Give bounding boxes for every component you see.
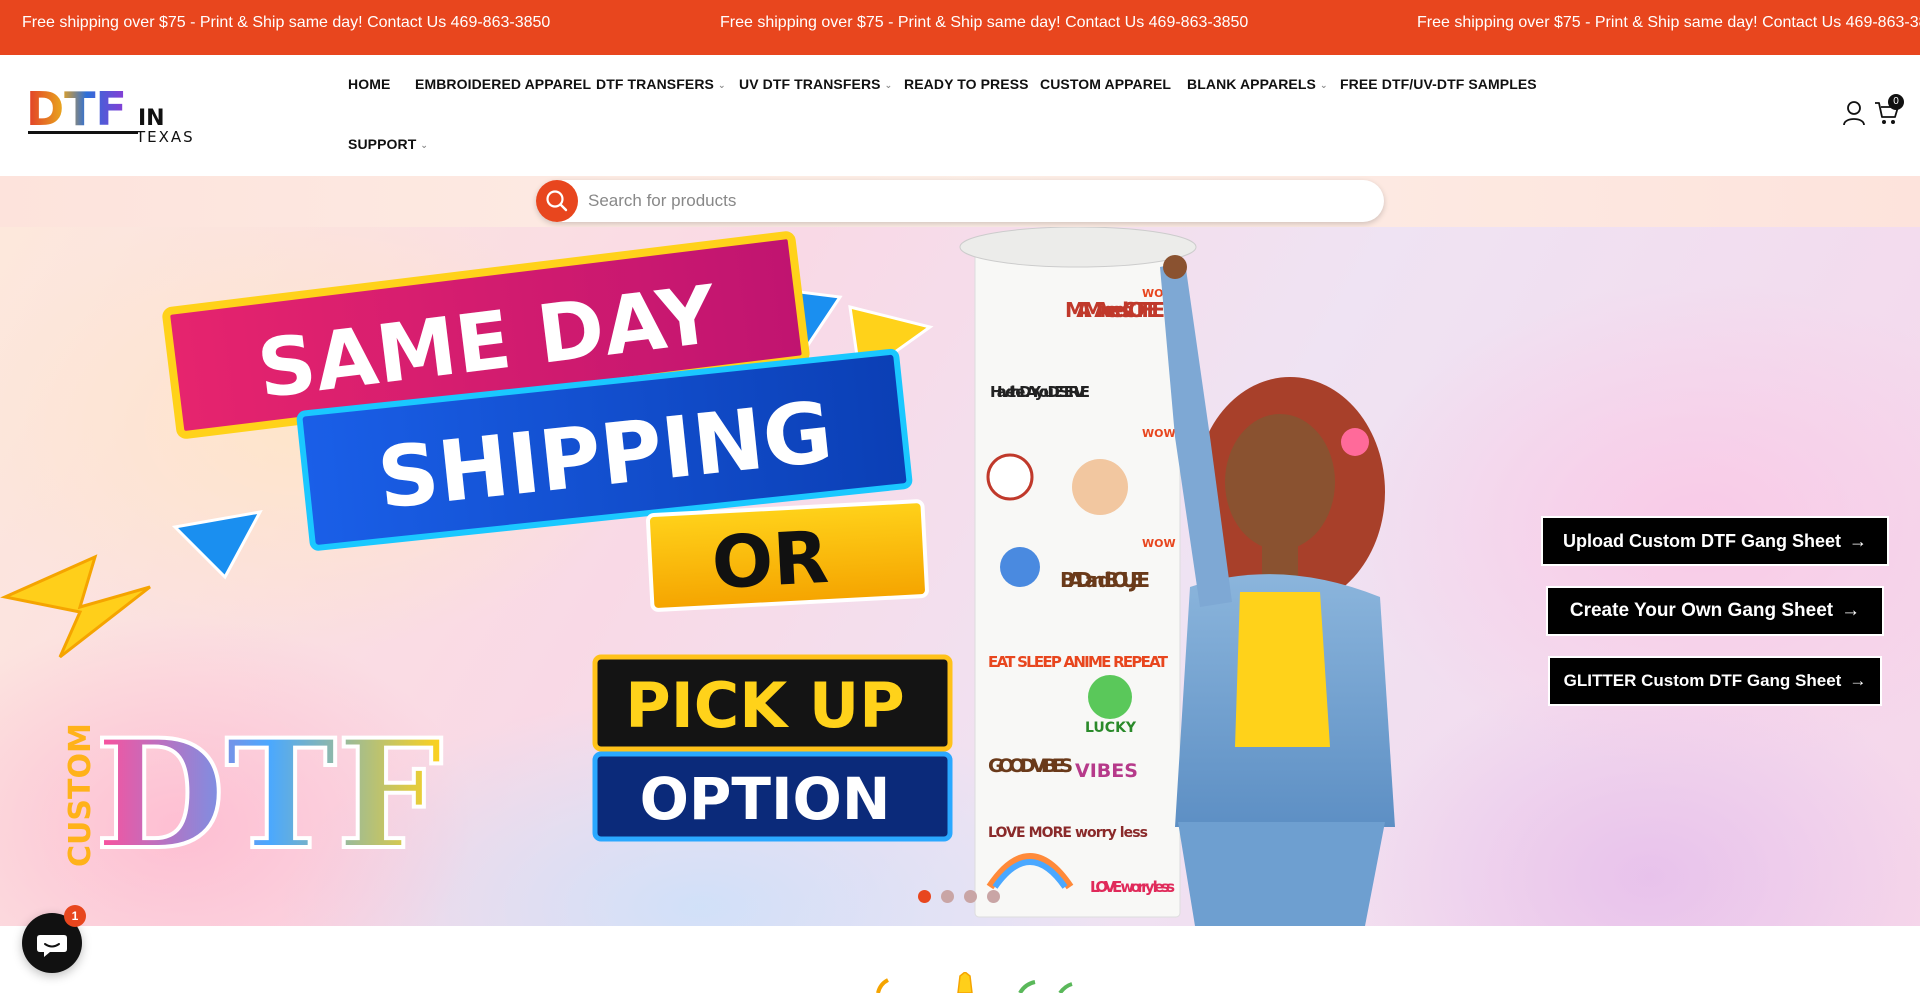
announcement-text: Free shipping over $75 - Print & Ship sa… (1417, 14, 1920, 31)
banner-or: OR (645, 499, 929, 612)
sticker-text: EAT SLEEP ANIME REPEAT (988, 653, 1169, 671)
nav-label: DTF TRANSFERS (596, 76, 714, 92)
nav-label: SUPPORT (348, 136, 417, 152)
nav-label: EMBROIDERED APPAREL (415, 76, 592, 92)
nav-blank-apparels[interactable]: BLANK APPARELS ⌄ (1187, 76, 1328, 92)
hero-banner[interactable]: SAME DAY SHIPPING OR PICK UP OPTION CUST… (0, 227, 1920, 926)
chevron-down-icon: ⌄ (420, 140, 429, 150)
lightning-decoration (0, 554, 151, 659)
sticker-text: MAMA needs COFFEE (1065, 298, 1165, 322)
button-label: Create Your Own Gang Sheet (1569, 600, 1834, 621)
banner-text: OPTION (640, 765, 891, 833)
slider-dot-3[interactable] (964, 890, 977, 903)
nav-custom-apparel[interactable]: CUSTOM APPAREL (1040, 76, 1171, 92)
logo-dtf: DTF (26, 85, 127, 136)
nav-support[interactable]: SUPPORT ⌄ (348, 136, 428, 152)
glitter-gang-sheet-button[interactable]: GLITTER Custom DTF Gang Sheet → (1548, 656, 1882, 706)
user-icon[interactable] (1842, 100, 1866, 126)
search-bar-section (0, 176, 1920, 227)
search-icon (546, 190, 568, 212)
nav-label: UV DTF TRANSFERS (739, 76, 881, 92)
nav-uv-dtf-transfers[interactable]: UV DTF TRANSFERS ⌄ (739, 76, 892, 92)
sticker-text: LOVE MORE worry less (988, 825, 1148, 841)
sticker-text: GOOD VIBES (988, 755, 1073, 777)
button-label: GLITTER Custom DTF Gang Sheet (1563, 671, 1842, 690)
logo-graphic: DTF IN TEXAS (26, 82, 195, 146)
sticker-text: Have the DAY you DESERVE (990, 383, 1090, 401)
nav-free-samples[interactable]: FREE DTF/UV-DTF SAMPLES (1340, 76, 1537, 92)
nav-label: FREE DTF/UV-DTF SAMPLES (1340, 76, 1537, 92)
logo-texas: TEXAS (135, 128, 195, 143)
announcement-text: Free shipping over $75 - Print & Ship sa… (22, 14, 551, 31)
nav-dtf-transfers[interactable]: DTF TRANSFERS ⌄ (596, 76, 726, 92)
nav-label: HOME (348, 76, 391, 92)
sticker-text: LOVE worry less (1090, 878, 1175, 896)
chevron-down-icon: ⌄ (717, 80, 726, 90)
nav-label: CUSTOM APPAREL (1040, 76, 1172, 92)
slider-dot-1[interactable] (918, 890, 931, 903)
nav-embroidered-apparel[interactable]: EMBROIDERED APPAREL (415, 76, 591, 92)
nav-ready-to-press[interactable]: READY TO PRESS (904, 76, 1029, 92)
button-label: Upload Custom DTF Gang Sheet (1562, 531, 1841, 551)
dtf-text: DTF (95, 707, 443, 883)
sticker-text: BAD and BOUJEE (1060, 568, 1150, 592)
nav-home[interactable]: HOME (348, 76, 390, 92)
sticker-text: WOW (1142, 427, 1176, 440)
nav-label: READY TO PRESS (904, 76, 1029, 92)
banner-pick-up: PICK UP (592, 654, 953, 752)
sticker-text: LUCKY (1085, 720, 1137, 736)
create-gang-sheet-button[interactable]: Create Your Own Gang Sheet → (1546, 586, 1884, 636)
search-button[interactable] (536, 180, 578, 222)
search-box (536, 180, 1384, 222)
chat-notification-badge: 1 (64, 905, 86, 927)
nav-label: BLANK APPARELS (1187, 76, 1316, 92)
chevron-down-icon: ⌄ (884, 80, 893, 90)
arrow-right-icon: → (1849, 531, 1867, 551)
cart-count-badge: 0 (1888, 94, 1904, 110)
triangle-decoration (171, 509, 263, 580)
main-nav: HOME EMBROIDERED APPAREL DTF TRANSFERS ⌄ … (348, 55, 1548, 176)
sticker-scroll: MAMA needs COFFEE Have the DAY you DESER… (959, 227, 1197, 918)
slider-dot-2[interactable] (941, 890, 954, 903)
chevron-down-icon: ⌄ (1319, 80, 1328, 90)
search-input[interactable] (588, 180, 1368, 222)
banner-text: OR (710, 515, 831, 605)
sticker-text: WOW (1142, 537, 1176, 550)
upload-gang-sheet-button[interactable]: Upload Custom DTF Gang Sheet → (1541, 516, 1889, 566)
banner-text: PICK UP (625, 669, 904, 742)
custom-dtf-graphic: CUSTOM DTF (63, 705, 445, 885)
site-header: DTF IN TEXAS HOME EMBROIDERED APPAREL DT… (0, 55, 1920, 176)
hero-artwork: SAME DAY SHIPPING OR PICK UP OPTION CUST… (0, 227, 1395, 926)
slider-dot-4[interactable] (987, 890, 1000, 903)
section-decoration (876, 972, 1073, 993)
sticker-text: VIBES (1075, 760, 1138, 782)
custom-text: CUSTOM (63, 723, 98, 867)
announcement-bar: Free shipping over $75 - Print & Ship sa… (0, 0, 1920, 55)
announcement-text: Free shipping over $75 - Print & Ship sa… (720, 14, 1249, 31)
header-icons: 0 (1818, 94, 1904, 130)
arrow-right-icon: → (1849, 671, 1867, 690)
model-figure (1160, 255, 1395, 926)
arrow-right-icon: → (1841, 600, 1861, 621)
site-logo[interactable]: DTF IN TEXAS (26, 82, 206, 146)
banner-option: OPTION (592, 751, 953, 842)
